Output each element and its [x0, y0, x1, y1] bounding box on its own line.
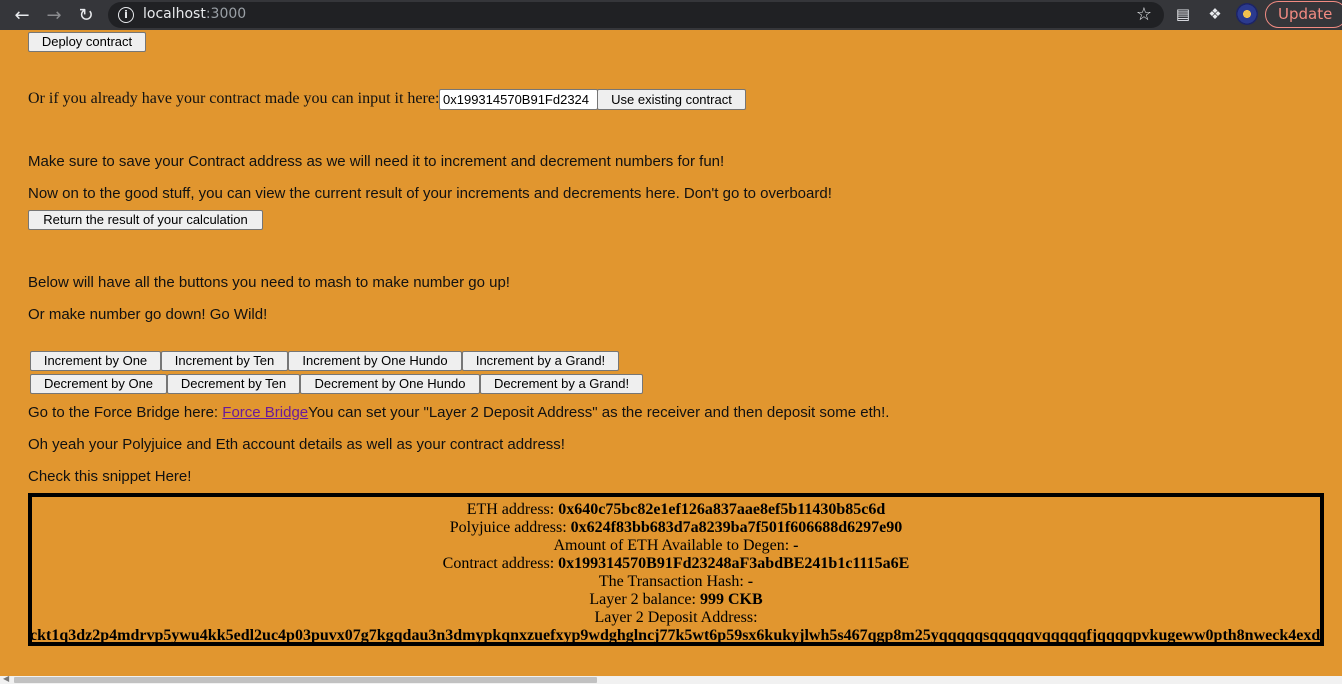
- increment-by-grand-button[interactable]: Increment by a Grand!: [462, 351, 619, 371]
- contract-address-input[interactable]: [439, 89, 598, 110]
- site-info-icon[interactable]: i: [118, 7, 134, 23]
- eth-available-value: -: [793, 537, 799, 554]
- decrement-by-grand-button[interactable]: Decrement by a Grand!: [480, 374, 643, 394]
- force-bridge-line: Go to the Force Bridge here: Force Bridg…: [28, 404, 889, 421]
- contract-address-row: Contract address: 0x199314570B91Fd23248a…: [32, 555, 1320, 573]
- address-bar[interactable]: i localhost:3000 ☆: [108, 2, 1164, 28]
- save-address-note: Make sure to save your Contract address …: [28, 153, 725, 170]
- scroll-left-icon[interactable]: ◀: [3, 674, 9, 683]
- deposit-address-label: Layer 2 Deposit Address:: [594, 609, 758, 626]
- force-bridge-suffix: You can set your "Layer 2 Deposit Addres…: [308, 404, 890, 421]
- eth-available-row: Amount of ETH Available to Degen: -: [32, 537, 1320, 555]
- forward-arrow-icon[interactable]: →: [42, 3, 66, 27]
- layer2-balance-label: Layer 2 balance:: [589, 591, 700, 608]
- eth-address-row: ETH address: 0x640c75bc82e1ef126a837aae8…: [32, 501, 1320, 519]
- increment-by-one-button[interactable]: Increment by One: [30, 351, 161, 371]
- decrement-by-hundred-button[interactable]: Decrement by One Hundo: [300, 374, 480, 394]
- deposit-address-text: ckt1q3dz2p4mdrvp5ywu4kk5edl2uc4p03puvx07…: [30, 627, 1324, 644]
- contract-address-value: 0x199314570B91Fd23248aF3abdBE241b1c1115a…: [558, 555, 910, 572]
- polyjuice-address-label: Polyjuice address:: [449, 519, 571, 536]
- url-text[interactable]: localhost:3000: [143, 6, 246, 22]
- back-arrow-icon[interactable]: ←: [10, 3, 34, 27]
- polyjuice-address-value: 0x624f83bb683d7a8239ba7f501f606688d6297e…: [570, 519, 903, 536]
- account-details-note: Oh yeah your Polyjuice and Eth account d…: [28, 436, 565, 453]
- eth-available-label: Amount of ETH Available to Degen:: [553, 537, 794, 554]
- force-bridge-prefix: Go to the Force Bridge here:: [28, 404, 223, 421]
- deploy-contract-button[interactable]: Deploy contract: [28, 32, 146, 52]
- reload-icon[interactable]: ↻: [74, 3, 98, 27]
- return-result-button[interactable]: Return the result of your calculation: [28, 210, 263, 230]
- increment-by-ten-button[interactable]: Increment by Ten: [161, 351, 288, 371]
- go-down-note: Or make number go down! Go Wild!: [28, 306, 268, 323]
- page-content: Deploy contract Or if you already have y…: [0, 32, 1342, 676]
- profile-avatar[interactable]: [1236, 3, 1258, 25]
- transaction-hash-row: The Transaction Hash: -: [32, 573, 1320, 591]
- extensions-puzzle-icon[interactable]: ❖: [1206, 5, 1224, 23]
- layer2-balance-row: Layer 2 balance: 999 CKB: [32, 591, 1320, 609]
- scrollbar-thumb[interactable]: [14, 677, 597, 683]
- url-port: :3000: [205, 6, 247, 22]
- decrement-by-one-button[interactable]: Decrement by One: [30, 374, 167, 394]
- transaction-hash-label: The Transaction Hash:: [598, 573, 748, 590]
- eth-address-label: ETH address:: [466, 501, 559, 518]
- contract-address-label: Contract address:: [442, 555, 559, 572]
- snippet-note: Check this snippet Here!: [28, 468, 192, 485]
- polyjuice-address-row: Polyjuice address: 0x624f83bb683d7a8239b…: [32, 519, 1320, 537]
- url-host: localhost: [143, 6, 206, 22]
- increment-by-hundred-button[interactable]: Increment by One Hundo: [288, 351, 462, 371]
- contract-input-prompt: Or if you already have your contract mad…: [28, 90, 440, 107]
- transaction-hash-value: -: [747, 573, 754, 590]
- decrement-by-ten-button[interactable]: Decrement by Ten: [167, 374, 300, 394]
- view-result-note: Now on to the good stuff, you can view t…: [28, 185, 832, 202]
- use-existing-contract-button[interactable]: Use existing contract: [597, 89, 746, 110]
- horizontal-scrollbar[interactable]: ◀: [0, 674, 1342, 684]
- layer2-balance-value: 999 CKB: [699, 591, 763, 608]
- browser-toolbar: ← → ↻ i localhost:3000 ☆ ▤ ❖ Update: [0, 0, 1342, 30]
- force-bridge-link[interactable]: Force Bridge: [222, 404, 308, 421]
- eth-address-value: 0x640c75bc82e1ef126a837aae8ef5b11430b85c…: [558, 501, 886, 518]
- reading-list-icon[interactable]: ▤: [1174, 5, 1192, 23]
- account-details-box: ETH address: 0x640c75bc82e1ef126a837aae8…: [28, 493, 1324, 646]
- deposit-address-value: ckt1q3dz2p4mdrvp5ywu4kk5edl2uc4p03puvx07…: [32, 627, 1320, 642]
- update-button[interactable]: Update: [1265, 1, 1342, 28]
- bookmark-star-icon[interactable]: ☆: [1136, 4, 1152, 25]
- buttons-note: Below will have all the buttons you need…: [28, 274, 510, 291]
